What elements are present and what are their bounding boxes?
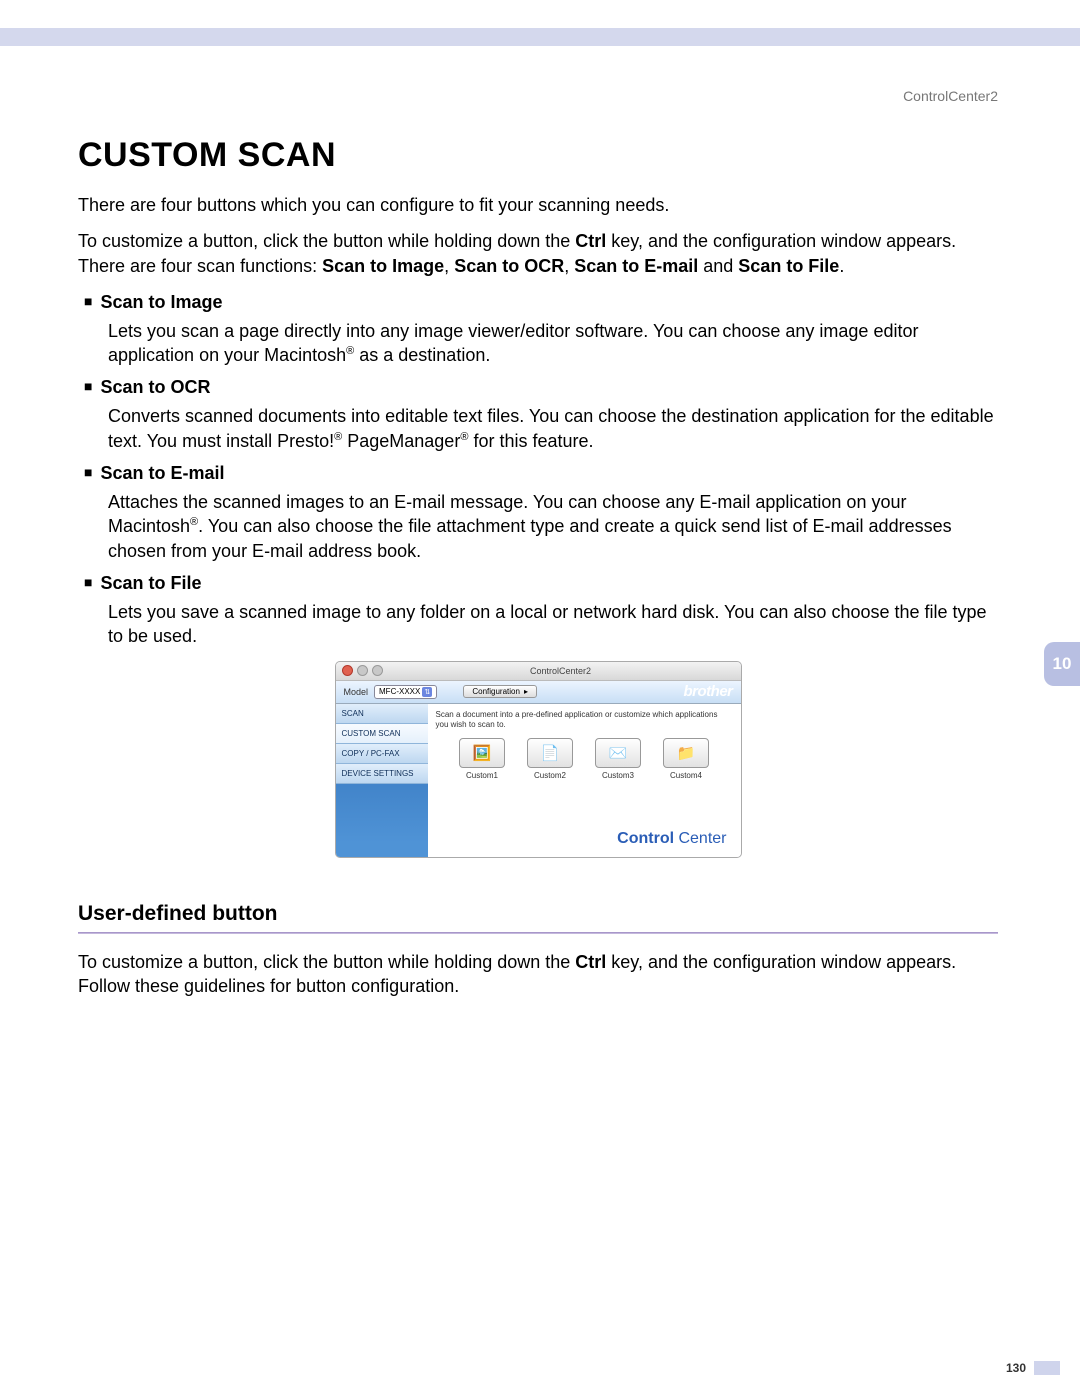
controlcenter-screenshot: ControlCenter2 Model MFC-XXXX⇅ Configura…	[335, 661, 742, 858]
envelope-icon: ✉️	[595, 738, 641, 768]
chapter-thumb-tab: 10	[1044, 642, 1080, 686]
section-divider	[78, 932, 998, 934]
screenshot-window-title: ControlCenter2	[387, 666, 735, 676]
configuration-button[interactable]: Configuration▸	[463, 685, 537, 698]
screenshot-hint-text: Scan a document into a pre-defined appli…	[428, 704, 741, 732]
custom3-button[interactable]: ✉️Custom3	[593, 738, 643, 780]
section2-paragraph: To customize a button, click the button …	[78, 950, 998, 999]
chevron-updown-icon: ⇅	[422, 687, 432, 697]
traffic-light-close-icon	[342, 665, 353, 676]
sidebar-item-copy-pcfax[interactable]: COPY / PC-FAX	[336, 744, 428, 764]
custom4-button[interactable]: 📁Custom4	[661, 738, 711, 780]
page-title: CUSTOM SCAN	[78, 136, 998, 175]
model-label: Model	[344, 687, 369, 697]
folder-icon: 📁	[663, 738, 709, 768]
bullet-scan-to-image: ■Scan to Image Lets you scan a page dire…	[84, 292, 998, 368]
custom1-button[interactable]: 🖼️Custom1	[457, 738, 507, 780]
top-decorative-band	[0, 28, 1080, 46]
screenshot-titlebar: ControlCenter2	[336, 662, 741, 681]
document-icon: 📄	[527, 738, 573, 768]
page-number: 130	[1006, 1361, 1026, 1375]
brother-logo: brother	[684, 683, 733, 700]
traffic-light-zoom-icon	[372, 665, 383, 676]
model-select[interactable]: MFC-XXXX⇅	[374, 685, 437, 699]
custom2-button[interactable]: 📄Custom2	[525, 738, 575, 780]
sidebar-item-scan[interactable]: SCAN	[336, 704, 428, 724]
bullet-scan-to-file: ■Scan to File Lets you save a scanned im…	[84, 573, 998, 649]
screenshot-toolbar: Model MFC-XXXX⇅ Configuration▸ brother	[336, 681, 741, 704]
intro-paragraph-2: To customize a button, click the button …	[78, 229, 998, 278]
screenshot-sidebar: SCAN CUSTOM SCAN COPY / PC-FAX DEVICE SE…	[336, 704, 428, 858]
page-content: ControlCenter2 CUSTOM SCAN There are fou…	[78, 80, 998, 1012]
controlcenter-logo: Control Center	[428, 830, 741, 858]
header-product-name: ControlCenter2	[78, 88, 998, 104]
chevron-right-icon: ▸	[524, 687, 528, 696]
sidebar-item-device-settings[interactable]: DEVICE SETTINGS	[336, 764, 428, 784]
intro-paragraph-1: There are four buttons which you can con…	[78, 193, 998, 217]
image-icon: 🖼️	[459, 738, 505, 768]
screenshot-main-panel: Scan a document into a pre-defined appli…	[428, 704, 741, 858]
page-number-area: 130	[1006, 1361, 1060, 1375]
page-number-bar	[1034, 1361, 1060, 1375]
traffic-light-min-icon	[357, 665, 368, 676]
bullet-scan-to-ocr: ■Scan to OCR Converts scanned documents …	[84, 377, 998, 453]
bullet-scan-to-email: ■Scan to E-mail Attaches the scanned ima…	[84, 463, 998, 563]
section-heading-user-defined: User-defined button	[78, 902, 998, 926]
sidebar-item-custom-scan[interactable]: CUSTOM SCAN	[336, 724, 428, 744]
